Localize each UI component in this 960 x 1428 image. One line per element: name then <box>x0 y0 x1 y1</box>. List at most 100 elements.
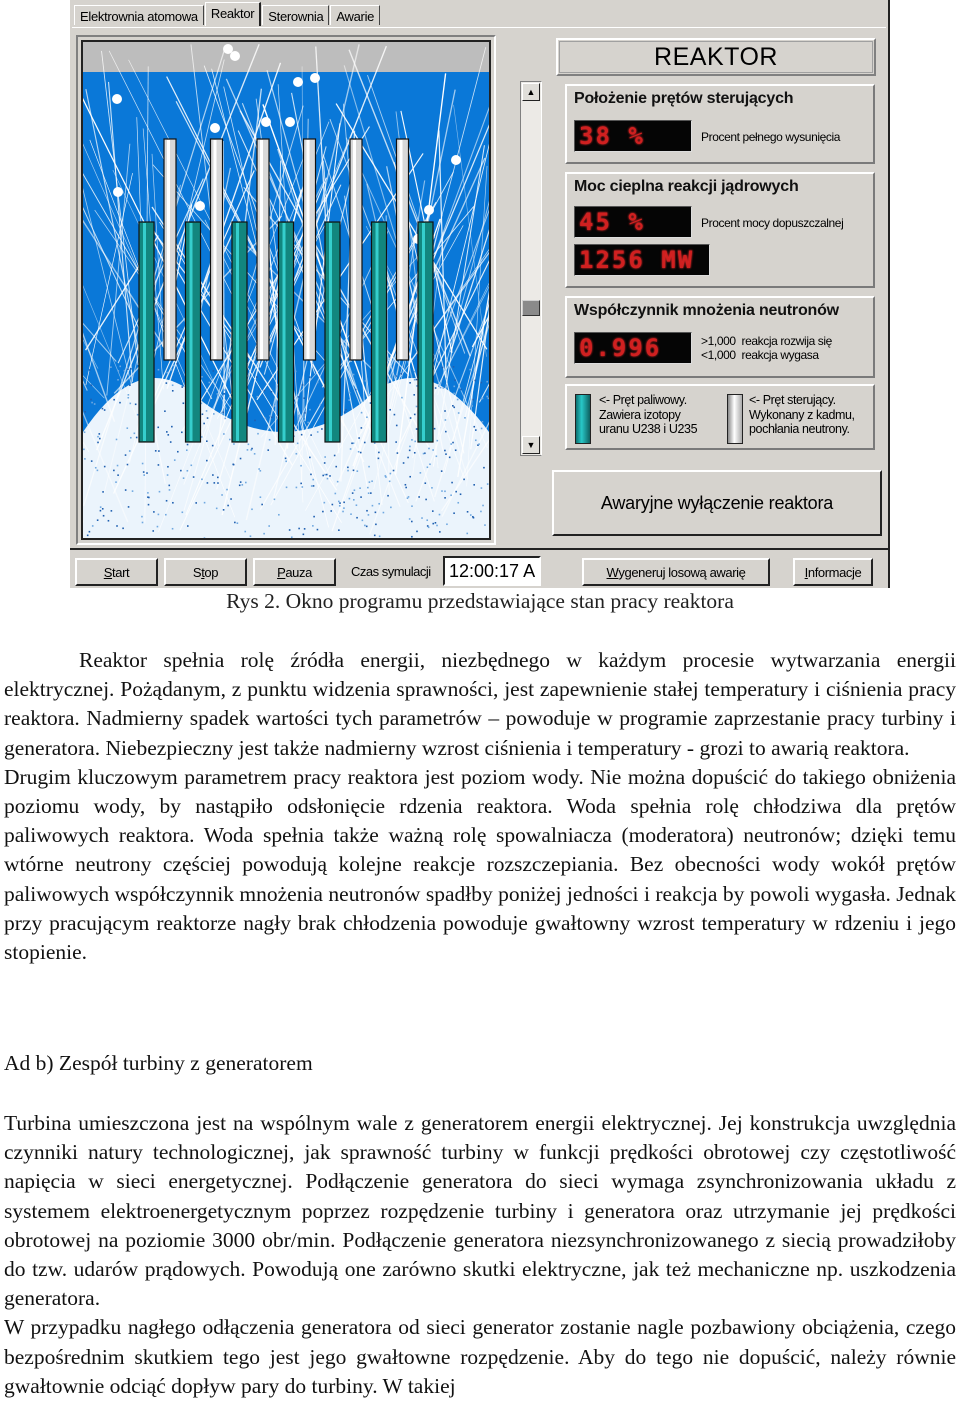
particle-speck <box>335 465 338 468</box>
particle-speck <box>316 431 319 433</box>
particle-speck <box>186 525 189 527</box>
particle-speck <box>483 466 485 469</box>
particle-speck <box>374 511 377 514</box>
control-rod-scrollbar[interactable]: ▲ ▼ <box>520 81 542 456</box>
particle-speck <box>463 478 465 481</box>
arrow-up-icon[interactable]: ▲ <box>522 83 540 101</box>
particle-speck <box>99 506 102 508</box>
particle-speck <box>304 412 306 414</box>
particle-speck <box>182 477 185 479</box>
particle-speck <box>486 380 488 383</box>
particle-speck <box>413 413 416 416</box>
particle-speck <box>452 404 454 407</box>
particle-speck <box>338 504 341 507</box>
particle-speck <box>129 384 131 387</box>
particle-speck <box>157 513 160 516</box>
particle-speck <box>309 456 311 459</box>
tab-reaktor[interactable]: Reaktor <box>204 2 262 26</box>
particle-speck <box>333 454 336 457</box>
stop-button[interactable]: St op <box>164 558 247 586</box>
particle-speck <box>364 524 366 527</box>
random-failure-button[interactable]: Wygeneruj losową awarię <box>582 558 770 586</box>
particle-speck <box>444 419 447 421</box>
particle-speck <box>426 525 429 527</box>
particle-speck <box>390 506 392 509</box>
start-button[interactable]: Start <box>75 558 158 586</box>
particle-speck <box>256 395 259 398</box>
particle-speck <box>136 413 139 416</box>
fuel-rod <box>277 221 295 443</box>
tab-sterownia[interactable]: Sterownia <box>262 5 330 25</box>
particle-speck <box>295 486 298 489</box>
thermal-power-note: Procent mocy dopuszczalnej <box>701 216 844 230</box>
tab-elektrownia-atomowa[interactable]: Elektrownia atomowa <box>74 5 204 25</box>
particle-speck <box>181 386 184 388</box>
particle-speck <box>124 454 127 456</box>
particle-speck <box>394 375 396 378</box>
particle-speck <box>392 469 395 472</box>
particle-speck <box>229 438 231 441</box>
fuel-rod-highlight <box>282 223 286 441</box>
particle-speck <box>352 373 355 376</box>
particle-speck <box>285 460 287 463</box>
particle-speck <box>278 513 280 516</box>
paragraph-disconnection: W przypadku nagłego odłączenia generator… <box>4 1315 956 1398</box>
particle-speck <box>393 413 396 416</box>
control-rod-highlight <box>167 140 170 359</box>
simulation-time-label: Czas symulacji <box>351 564 431 579</box>
steam-bubble <box>112 94 122 104</box>
particle-speck <box>113 398 115 401</box>
fuel-rod-highlight <box>236 223 239 441</box>
particle-speck <box>309 408 311 411</box>
particle-speck <box>366 509 368 512</box>
particle-speck <box>116 464 119 467</box>
particle-speck <box>294 370 297 373</box>
particle-speck <box>239 481 242 483</box>
pause-button[interactable]: Pauza <box>253 558 336 586</box>
multiplication-display: 0.996 <box>574 332 692 364</box>
fuel-rod-highlight <box>329 223 332 441</box>
particle-speck <box>298 396 300 398</box>
particle-speck <box>433 427 436 430</box>
particle-speck <box>363 441 366 444</box>
tab-awarie[interactable]: Awarie <box>330 5 381 25</box>
particle-speck <box>97 435 99 438</box>
particle-speck <box>352 499 355 501</box>
particle-speck <box>154 450 157 452</box>
particle-speck <box>130 368 132 370</box>
particle-speck <box>459 493 462 496</box>
particle-speck <box>326 477 329 480</box>
particle-speck <box>347 466 349 469</box>
scrollbar-thumb[interactable] <box>522 300 540 317</box>
particle-speck <box>259 496 262 499</box>
particle-speck <box>353 489 356 492</box>
arrow-down-icon[interactable]: ▼ <box>522 436 540 454</box>
particle-speck <box>402 462 405 464</box>
particle-speck <box>158 450 160 452</box>
particle-speck <box>480 510 482 513</box>
particle-speck <box>323 462 326 464</box>
particle-speck <box>415 385 418 387</box>
particle-speck <box>469 514 472 516</box>
particle-speck <box>110 510 113 512</box>
particle-speck <box>180 469 182 472</box>
particle-speck <box>377 457 380 460</box>
particle-speck <box>343 411 346 414</box>
steam-bubble <box>230 51 240 61</box>
particle-speck <box>378 502 380 505</box>
particle-speck <box>429 463 431 466</box>
particle-speck <box>84 410 86 413</box>
particle-speck <box>360 496 362 498</box>
steam-bubble <box>451 155 461 165</box>
emergency-shutdown-button[interactable]: Awaryjne wyłączenie reaktora <box>552 470 882 536</box>
info-button[interactable]: Informacje <box>793 558 873 586</box>
particle-speck <box>141 515 143 518</box>
particle-speck <box>364 380 367 382</box>
particle-speck <box>323 501 326 504</box>
particle-speck <box>119 401 121 404</box>
particle-speck <box>99 437 101 440</box>
particle-speck <box>284 457 287 460</box>
panel-title: REAKTOR <box>556 38 876 76</box>
multiplication-note-above: >1,000 reakcja rozwija się <box>701 334 832 348</box>
particle-speck <box>270 391 273 393</box>
